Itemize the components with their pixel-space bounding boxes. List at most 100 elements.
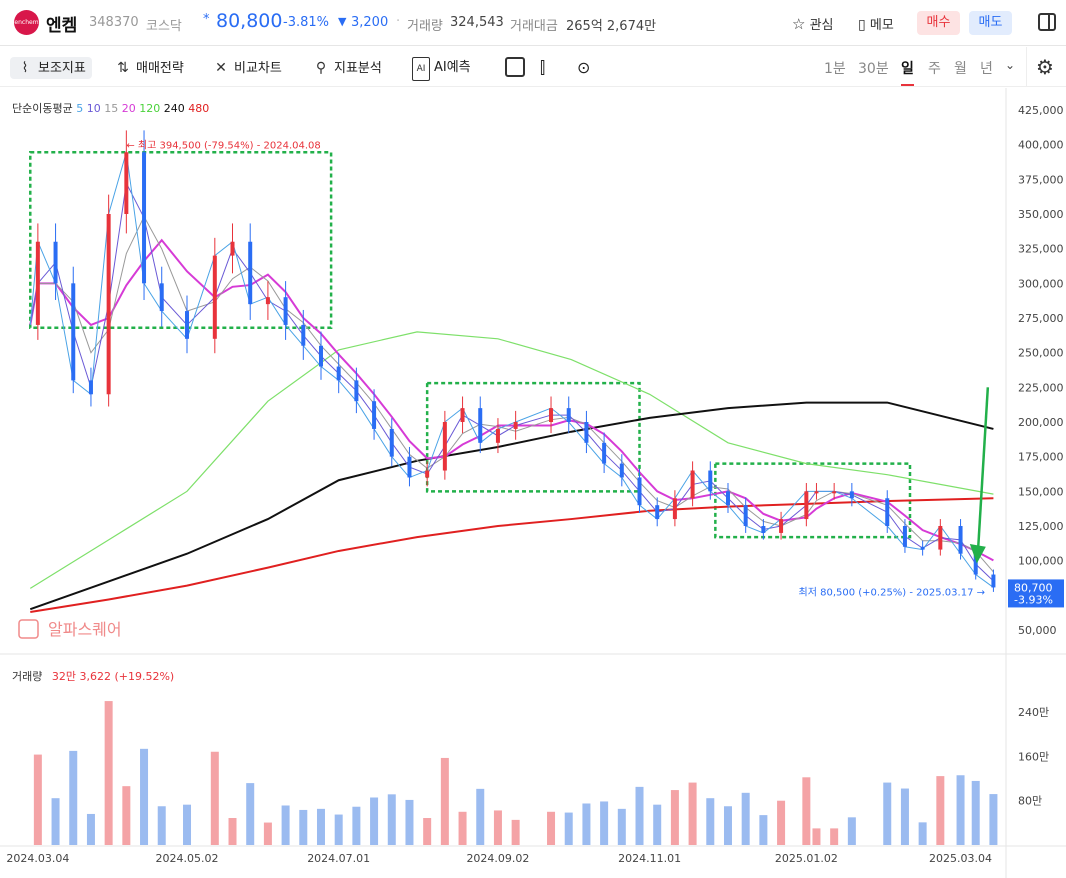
volume-bar	[104, 701, 113, 845]
volume-bar	[688, 782, 697, 845]
analysis-icon: ⚲	[315, 60, 327, 76]
candle-icon[interactable]: ⫿	[540, 57, 545, 79]
y-tick-label: 275,000	[1018, 312, 1064, 325]
strategy-label: 매매전략	[136, 61, 184, 76]
volume-bar	[122, 786, 131, 845]
volume-tick-label: 160만	[1018, 750, 1049, 763]
candle-body	[159, 283, 164, 312]
volume-bar	[989, 794, 998, 845]
tf-week[interactable]: 주	[928, 58, 941, 78]
candle-body	[958, 526, 963, 554]
candle-body	[566, 408, 571, 422]
candle-body	[637, 477, 642, 506]
candle-body	[354, 380, 359, 402]
volume-bar	[812, 828, 821, 845]
x-tick-label: 2024.05.02	[156, 852, 219, 865]
tf-30min[interactable]: 30분	[858, 58, 889, 78]
analysis-button[interactable]: ⚲ 지표분석	[312, 57, 382, 79]
volume-tick-label: 80만	[1018, 795, 1042, 808]
stock-name: 엔켐	[46, 16, 78, 36]
memo-icon: ▯	[858, 17, 866, 33]
ma-5-label: 5	[76, 102, 84, 115]
volume-bar	[246, 783, 255, 845]
candle-body	[602, 442, 607, 464]
volume-bar	[936, 776, 945, 845]
volume-bar	[706, 798, 715, 845]
candle-body	[442, 422, 447, 471]
tf-month[interactable]: 월	[954, 58, 967, 78]
volume-bar	[423, 818, 432, 845]
volume-bar	[582, 803, 591, 845]
ai-button[interactable]: AI AI예측	[412, 57, 471, 81]
strategy-button[interactable]: ⇅ 매매전략	[114, 57, 184, 79]
min-annotation: 최저 80,500 (+0.25%) - 2025.03.17 →	[799, 587, 985, 599]
ma-20-label: 20	[121, 102, 136, 115]
candle-body	[372, 401, 377, 429]
square-icon[interactable]	[505, 57, 525, 77]
candle-body	[832, 491, 837, 494]
change-percent: -3.81%	[283, 15, 329, 30]
volume-bar	[458, 811, 467, 845]
candle-body	[460, 408, 465, 422]
volume-bar	[440, 757, 449, 845]
buy-button[interactable]: 매수	[917, 11, 960, 35]
x-tick-label: 2024.03.04	[6, 852, 69, 865]
compare-icon: ✕	[215, 60, 227, 76]
indicators-button[interactable]: ⌇ 보조지표	[10, 57, 92, 79]
volume-bar	[918, 822, 927, 845]
candle-body	[389, 428, 394, 457]
candle-body	[425, 470, 430, 478]
separator-dot: ·	[396, 14, 401, 29]
candle-body	[283, 297, 288, 325]
compare-button[interactable]: ✕ 비교차트	[212, 57, 282, 79]
tf-day[interactable]: 일	[901, 58, 914, 86]
chevron-down-icon[interactable]: ⌄	[1005, 58, 1015, 72]
volume-bar	[847, 817, 856, 845]
memo-button[interactable]: ▯ 메모	[858, 14, 894, 33]
ma-legend-label: 단순이동평균	[12, 102, 73, 115]
volume-legend: 거래량 32만 3,622 (+19.52%)	[12, 668, 174, 684]
volume-bar	[263, 822, 272, 845]
volume-bar	[405, 799, 414, 845]
company-logo: enchem	[14, 10, 39, 35]
amount-label: 거래대금	[510, 19, 558, 34]
volume-bar	[830, 828, 839, 845]
volume-bar	[883, 782, 892, 845]
x-tick-label: 2024.09.02	[466, 852, 529, 865]
camera-icon[interactable]: ⊙	[577, 57, 590, 79]
ma-legend: 단순이동평균 5 10 15 20 120 240 480	[12, 100, 209, 116]
side-panel-icon[interactable]	[1038, 13, 1056, 31]
volume-bar	[281, 805, 290, 845]
price-chart[interactable]: 425,000 400,000 375,000 350,000 325,000 300,0…	[0, 88, 1066, 878]
volume-bar	[476, 788, 485, 845]
change-amount: 3,200	[351, 15, 389, 30]
tf-year[interactable]: 년	[980, 58, 993, 78]
candle-body	[318, 345, 323, 367]
toolbar-divider	[1026, 47, 1027, 87]
volume-bar	[228, 818, 237, 845]
candle-body	[495, 428, 500, 443]
volume-bar	[316, 808, 325, 845]
ai-icon: AI	[412, 57, 430, 81]
watch-button[interactable]: ☆ 관심	[792, 14, 834, 33]
max-annotation: ← 최고 394,500 (-79.54%) - 2024.04.08	[126, 139, 320, 151]
sell-button[interactable]: 매도	[969, 11, 1012, 35]
x-tick-label: 2025.01.02	[775, 852, 838, 865]
ma-20-line	[29, 238, 994, 562]
volume-bar	[210, 751, 219, 845]
volume-bar	[140, 748, 149, 845]
volume-bar	[334, 814, 343, 845]
stock-code: 348370	[89, 15, 139, 30]
candle-body	[849, 491, 854, 499]
volume-bar	[299, 809, 308, 845]
candle-body	[301, 324, 306, 346]
volume-bar	[759, 815, 768, 845]
ma-15-line	[29, 215, 994, 573]
settings-icon[interactable]: ⚙	[1036, 55, 1054, 79]
arrow-annotation	[976, 387, 990, 554]
volume-tick-label: 240만	[1018, 706, 1049, 719]
volume-bar	[564, 812, 573, 845]
volume-bar	[352, 806, 361, 845]
volume-bar	[653, 804, 662, 845]
tf-1min[interactable]: 1분	[824, 58, 846, 78]
